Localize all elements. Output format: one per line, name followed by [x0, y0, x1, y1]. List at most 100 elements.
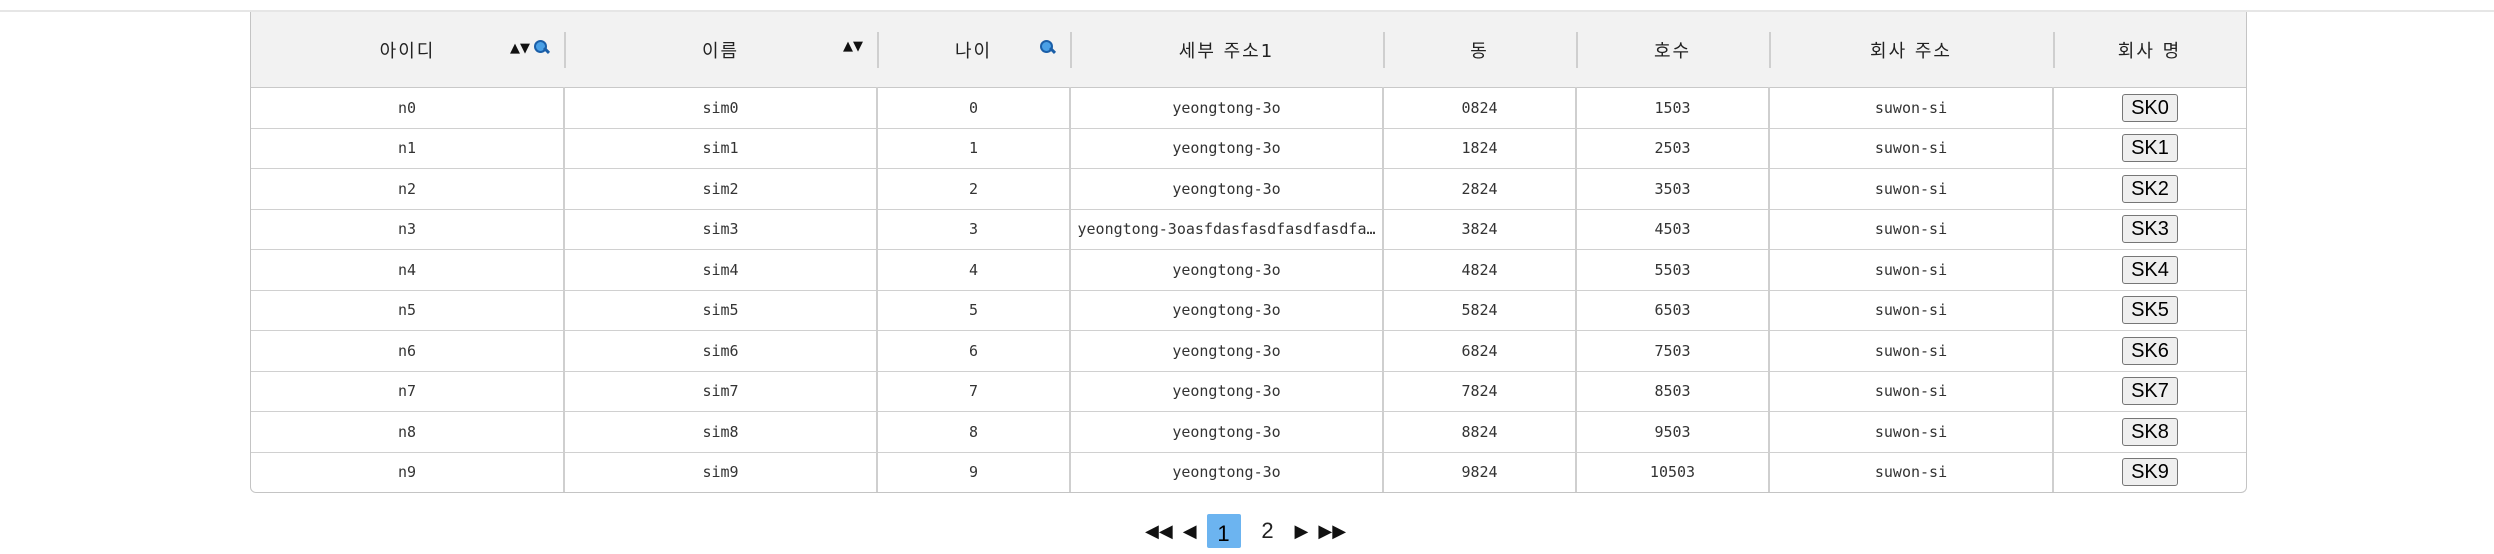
company-button[interactable]: SK0 — [2122, 93, 2178, 122]
sort-arrows-icon[interactable]: ▲▼ — [510, 41, 530, 56]
table-row[interactable]: n7 sim7 7 yeongtong-3o 7824 8503 suwon-si SK7 — [251, 371, 2246, 412]
cell-name: sim1 — [564, 128, 878, 169]
column-header-dong: 동 — [1383, 12, 1576, 88]
company-button[interactable]: SK7 — [2122, 377, 2178, 406]
first-page-icon[interactable]: ◀◀ — [1145, 521, 1173, 542]
company-button[interactable]: SK8 — [2122, 417, 2178, 446]
cell-name: sim2 — [564, 168, 878, 210]
table-row[interactable]: n1 sim1 1 yeongtong-3o 1824 2503 suwon-si SK1 — [251, 128, 2246, 169]
cell-dong: 5824 — [1383, 290, 1577, 331]
cell-company-address: suwon-si — [1769, 290, 2054, 331]
search-icon[interactable] — [532, 39, 551, 57]
table-row[interactable]: n5 sim5 5 yeongtong-3o 5824 6503 suwon-si SK5 — [251, 290, 2246, 331]
company-button[interactable]: SK2 — [2122, 174, 2178, 203]
table-row[interactable]: n3 sim3 3 yeongtong-3oasfdasfasdfasdfasdfa…… — [251, 209, 2246, 250]
cell-company: SK0 — [2053, 87, 2246, 129]
grid-header-row: 아이디 ▲▼ 이름 ▲▼ 나이 세부 주소1 동 호수 회사 주소 회사 명 — [251, 12, 2246, 88]
column-label: 이름 — [701, 40, 740, 62]
column-label: 나이 — [954, 40, 993, 62]
cell-id: n1 — [251, 128, 565, 169]
cell-company: SK5 — [2053, 290, 2246, 331]
cell-company-address: suwon-si — [1769, 452, 2054, 492]
cell-address: yeongtong-3o — [1070, 452, 1384, 492]
cell-name: sim4 — [564, 249, 878, 291]
cell-unit: 9503 — [1576, 411, 1770, 453]
company-button[interactable]: SK9 — [2122, 458, 2178, 487]
cell-address: yeongtong-3o — [1070, 411, 1384, 453]
page-button-1[interactable]: 1 — [1206, 514, 1241, 548]
cell-company: SK6 — [2053, 330, 2246, 372]
company-button[interactable]: SK6 — [2122, 336, 2178, 365]
cell-company-address: suwon-si — [1769, 411, 2054, 453]
cell-age: 9 — [877, 452, 1071, 492]
cell-address: yeongtong-3oasfdasfasdfasdfasdfa… — [1070, 209, 1384, 250]
column-label: 동 — [1470, 40, 1489, 62]
cell-company-address: suwon-si — [1769, 249, 2054, 291]
cell-address: yeongtong-3o — [1070, 87, 1384, 129]
cell-id: n2 — [251, 168, 565, 210]
cell-dong: 3824 — [1383, 209, 1577, 250]
grid-table: 아이디 ▲▼ 이름 ▲▼ 나이 세부 주소1 동 호수 회사 주소 회사 명 n… — [251, 12, 2246, 492]
cell-age: 3 — [877, 209, 1071, 250]
next-page-icon[interactable]: ▶ — [1295, 521, 1309, 542]
search-icon[interactable] — [1038, 39, 1057, 57]
table-row[interactable]: n6 sim6 6 yeongtong-3o 6824 7503 suwon-si SK6 — [251, 330, 2246, 372]
cell-dong: 0824 — [1383, 87, 1577, 129]
column-header-unit: 호수 — [1576, 12, 1769, 88]
cell-company: SK8 — [2053, 411, 2246, 453]
table-row[interactable]: n0 sim0 0 yeongtong-3o 0824 1503 suwon-si SK0 — [251, 87, 2246, 129]
cell-unit: 3503 — [1576, 168, 1770, 210]
cell-dong: 8824 — [1383, 411, 1577, 453]
company-button[interactable]: SK3 — [2122, 215, 2178, 244]
table-row[interactable]: n2 sim2 2 yeongtong-3o 2824 3503 suwon-si SK2 — [251, 168, 2246, 210]
cell-age: 6 — [877, 330, 1071, 372]
table-row[interactable]: n8 sim8 8 yeongtong-3o 8824 9503 suwon-si SK8 — [251, 411, 2246, 453]
cell-address: yeongtong-3o — [1070, 168, 1384, 210]
cell-dong: 9824 — [1383, 452, 1577, 492]
cell-company-address: suwon-si — [1769, 128, 2054, 169]
cell-age: 7 — [877, 371, 1071, 412]
cell-age: 4 — [877, 249, 1071, 291]
column-header-age[interactable]: 나이 — [877, 12, 1070, 88]
column-header-company-address: 회사 주소 — [1769, 12, 2053, 88]
cell-unit: 6503 — [1576, 290, 1770, 331]
company-button[interactable]: SK1 — [2122, 134, 2178, 163]
column-label: 회사 명 — [2117, 40, 2182, 62]
cell-unit: 5503 — [1576, 249, 1770, 291]
data-grid: 아이디 ▲▼ 이름 ▲▼ 나이 세부 주소1 동 호수 회사 주소 회사 명 n… — [250, 12, 2247, 493]
cell-address: yeongtong-3o — [1070, 249, 1384, 291]
last-page-icon[interactable]: ▶▶ — [1318, 521, 1346, 542]
cell-id: n5 — [251, 290, 565, 331]
cell-company: SK7 — [2053, 371, 2246, 412]
company-button[interactable]: SK5 — [2122, 296, 2178, 325]
cell-age: 8 — [877, 411, 1071, 453]
sort-arrows-icon[interactable]: ▲▼ — [843, 39, 863, 54]
cell-age: 5 — [877, 290, 1071, 331]
page-button-2[interactable]: 2 — [1251, 518, 1285, 544]
cell-dong: 4824 — [1383, 249, 1577, 291]
cell-unit: 1503 — [1576, 87, 1770, 129]
cell-unit: 8503 — [1576, 371, 1770, 412]
cell-company: SK2 — [2053, 168, 2246, 210]
cell-id: n8 — [251, 411, 565, 453]
column-header-id[interactable]: 아이디 ▲▼ — [251, 12, 564, 88]
cell-address: yeongtong-3o — [1070, 290, 1384, 331]
table-row[interactable]: n4 sim4 4 yeongtong-3o 4824 5503 suwon-si SK4 — [251, 249, 2246, 291]
column-header-name[interactable]: 이름 ▲▼ — [564, 12, 877, 88]
cell-company-address: suwon-si — [1769, 87, 2054, 129]
cell-company: SK9 — [2053, 452, 2246, 492]
cell-name: sim3 — [564, 209, 878, 250]
table-row[interactable]: n9 sim9 9 yeongtong-3o 9824 10503 suwon-si SK9 — [251, 452, 2246, 492]
prev-page-icon[interactable]: ◀ — [1183, 521, 1197, 542]
cell-unit: 2503 — [1576, 128, 1770, 169]
cell-id: n6 — [251, 330, 565, 372]
cell-id: n0 — [251, 87, 565, 129]
cell-company-address: suwon-si — [1769, 371, 2054, 412]
cell-name: sim6 — [564, 330, 878, 372]
column-label: 세부 주소1 — [1178, 40, 1275, 62]
company-button[interactable]: SK4 — [2122, 255, 2178, 284]
cell-dong: 2824 — [1383, 168, 1577, 210]
cell-company: SK3 — [2053, 209, 2246, 250]
cell-id: n4 — [251, 249, 565, 291]
cell-name: sim7 — [564, 371, 878, 412]
